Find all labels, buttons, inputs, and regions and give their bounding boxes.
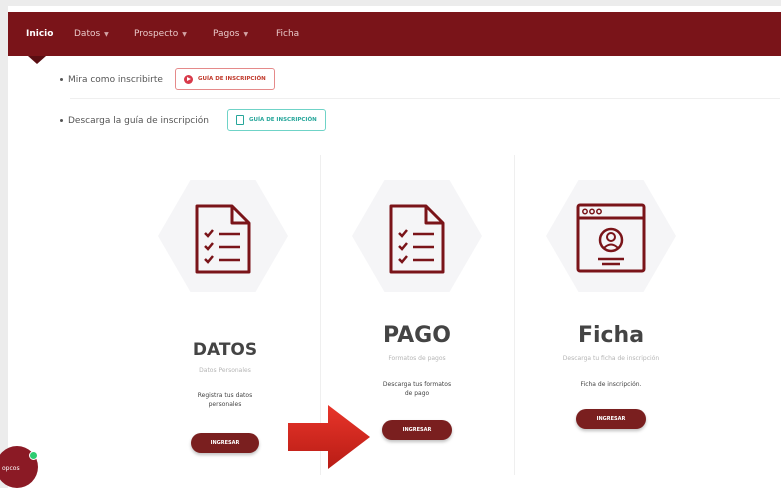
nav-item-label: Ficha	[276, 29, 300, 39]
checklist-document-icon	[195, 204, 251, 274]
help-chat-label: opcos	[2, 465, 20, 472]
top-navbar: Inicio Datos ▼ Prospecto ▼ Pagos ▼ Ficha	[8, 12, 781, 56]
guide-watch-row: Mira como inscribirte	[60, 75, 163, 85]
button-label: INGRESAR	[402, 427, 432, 433]
card-title: Ficha	[577, 323, 645, 348]
red-arrow-icon	[288, 405, 370, 469]
divider	[70, 98, 780, 99]
checklist-document-icon	[389, 204, 445, 274]
ingresar-datos-button[interactable]: INGRESAR	[191, 433, 259, 453]
bullet	[60, 119, 63, 122]
nav-item-label: Pagos	[213, 29, 240, 39]
nav-item-pagos[interactable]: Pagos ▼	[213, 29, 248, 39]
nav-item-ficha[interactable]: Ficha	[276, 29, 299, 39]
nav-item-label: Inicio	[26, 29, 54, 39]
card-subtitle: Formatos de pagos	[388, 355, 446, 362]
card-title: PAGO	[383, 323, 451, 348]
chevron-down-icon: ▼	[243, 31, 249, 38]
guide-download-row: Descarga la guía de inscripción	[60, 116, 209, 126]
nav-item-inicio[interactable]: Inicio	[26, 29, 53, 39]
download-guide-label: GUÍA DE INSCRIPCIÓN	[249, 117, 317, 123]
nav-item-label: Prospecto	[134, 29, 179, 39]
chevron-down-icon: ▼	[104, 31, 109, 38]
column-divider	[514, 155, 515, 475]
guide-watch-text: Mira como inscribirte	[68, 75, 163, 85]
watch-guide-label: GUÍA DE INSCRIPCIÓN	[198, 76, 266, 82]
ingresar-ficha-button[interactable]: INGRESAR	[576, 409, 646, 429]
download-guide-button[interactable]: GUÍA DE INSCRIPCIÓN	[227, 109, 326, 131]
bullet	[60, 78, 63, 81]
card-description: Descarga tus formatos de pago	[370, 380, 465, 398]
guide-download-text: Descarga la guía de inscripción	[68, 116, 209, 126]
chevron-down-icon: ▼	[182, 31, 187, 38]
watch-guide-button[interactable]: GUÍA DE INSCRIPCIÓN	[175, 68, 275, 90]
nav-item-label: Datos	[74, 29, 101, 39]
card-description-line: Descarga tus formatos	[382, 381, 452, 388]
card-description-line: personales	[208, 401, 242, 408]
document-icon	[236, 115, 244, 125]
active-nav-pointer	[28, 56, 46, 64]
button-label: INGRESAR	[596, 416, 626, 422]
nav-item-datos[interactable]: Datos ▼	[74, 29, 109, 39]
online-status-dot	[29, 451, 38, 460]
profile-window-icon	[576, 203, 646, 273]
play-icon	[184, 74, 193, 84]
ingresar-pago-button[interactable]: INGRESAR	[382, 420, 452, 440]
card-subtitle: Descarga tu ficha de inscripción	[562, 355, 660, 362]
nav-item-prospecto[interactable]: Prospecto ▼	[134, 29, 187, 39]
card-description-line: Ficha de inscripción.	[580, 381, 642, 388]
card-description: Ficha de inscripción.	[561, 380, 661, 389]
button-label: INGRESAR	[210, 440, 240, 446]
card-description-line: Registra tus datos	[197, 392, 253, 399]
card-description: Registra tus datos personales	[180, 391, 270, 409]
card-subtitle: Datos Personales	[199, 367, 251, 374]
card-description-line: de pago	[404, 390, 430, 397]
card-title: DATOS	[192, 340, 258, 360]
